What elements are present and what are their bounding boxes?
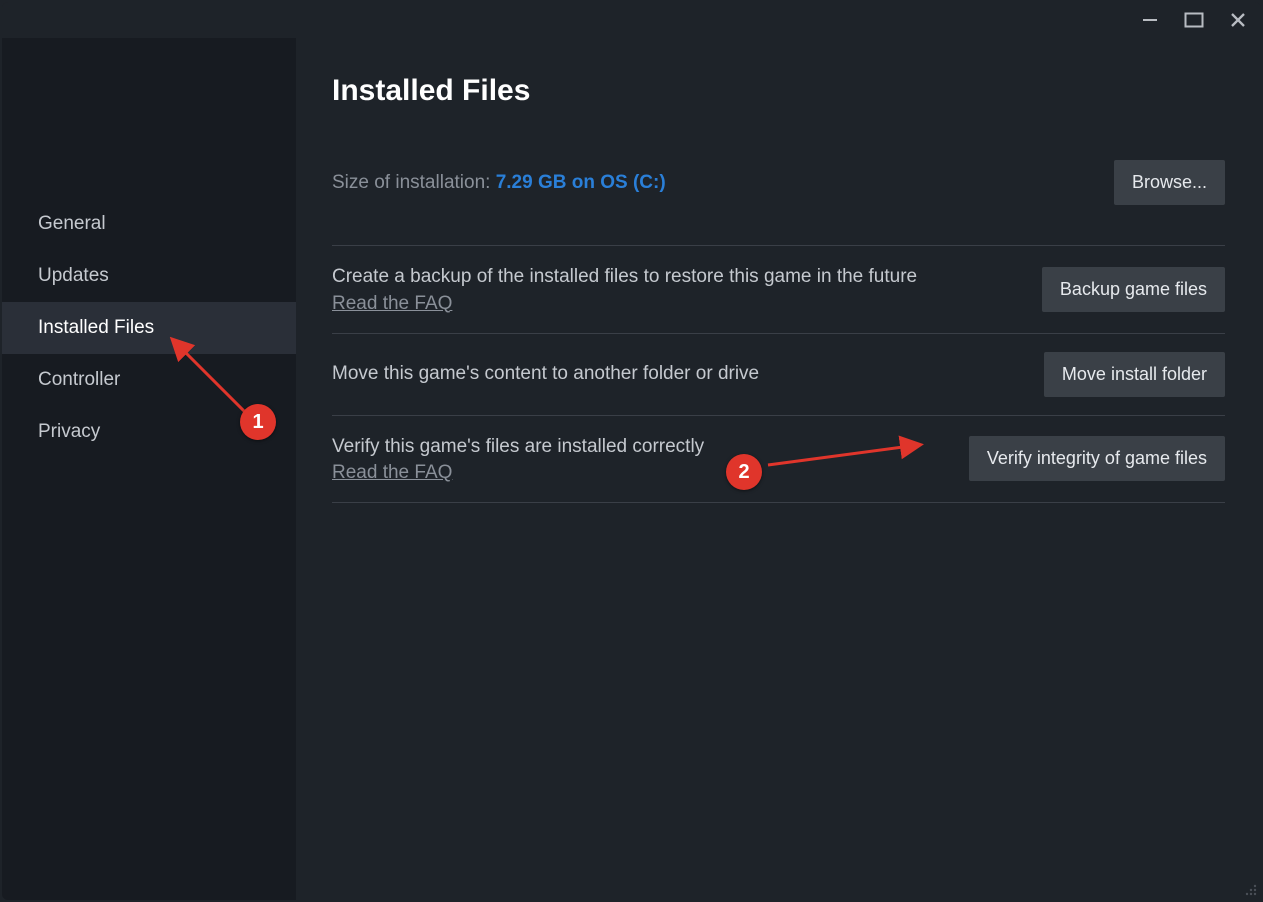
main-panel: Installed Files Size of installation: 7.… <box>296 38 1261 900</box>
backup-section: Create a backup of the installed files t… <box>332 245 1225 333</box>
close-button[interactable] <box>1227 9 1249 31</box>
minimize-button[interactable] <box>1139 9 1161 31</box>
move-install-folder-button[interactable]: Move install folder <box>1044 352 1225 397</box>
sidebar-item-controller[interactable]: Controller <box>2 354 296 406</box>
sidebar: General Updates Installed Files Controll… <box>2 38 296 900</box>
resize-grip-icon[interactable] <box>1241 880 1257 896</box>
verify-integrity-button[interactable]: Verify integrity of game files <box>969 436 1225 481</box>
backup-text: Create a backup of the installed files t… <box>332 264 917 315</box>
window-body: General Updates Installed Files Controll… <box>2 38 1261 900</box>
move-description: Move this game's content to another fold… <box>332 361 759 388</box>
maximize-button[interactable] <box>1183 9 1205 31</box>
sidebar-item-installed-files[interactable]: Installed Files <box>2 302 296 354</box>
sidebar-item-updates[interactable]: Updates <box>2 250 296 302</box>
backup-faq-link[interactable]: Read the FAQ <box>332 293 452 315</box>
install-size-row: Size of installation: 7.29 GB on OS (C:)… <box>332 160 1225 205</box>
verify-description: Verify this game's files are installed c… <box>332 434 704 461</box>
move-text: Move this game's content to another fold… <box>332 361 759 388</box>
backup-game-files-button[interactable]: Backup game files <box>1042 267 1225 312</box>
backup-description: Create a backup of the installed files t… <box>332 264 917 291</box>
install-size-value: 7.29 GB on OS (C:) <box>496 172 666 193</box>
verify-section: Verify this game's files are installed c… <box>332 415 1225 504</box>
page-title: Installed Files <box>332 74 1225 108</box>
sidebar-item-privacy[interactable]: Privacy <box>2 406 296 458</box>
window-titlebar <box>2 2 1261 38</box>
sidebar-item-general[interactable]: General <box>2 198 296 250</box>
install-size-label: Size of installation: <box>332 172 496 193</box>
verify-faq-link[interactable]: Read the FAQ <box>332 462 452 484</box>
properties-window: General Updates Installed Files Controll… <box>2 2 1261 900</box>
verify-text: Verify this game's files are installed c… <box>332 434 704 485</box>
move-section: Move this game's content to another fold… <box>332 333 1225 415</box>
install-size-text: Size of installation: 7.29 GB on OS (C:) <box>332 172 666 194</box>
browse-button[interactable]: Browse... <box>1114 160 1225 205</box>
